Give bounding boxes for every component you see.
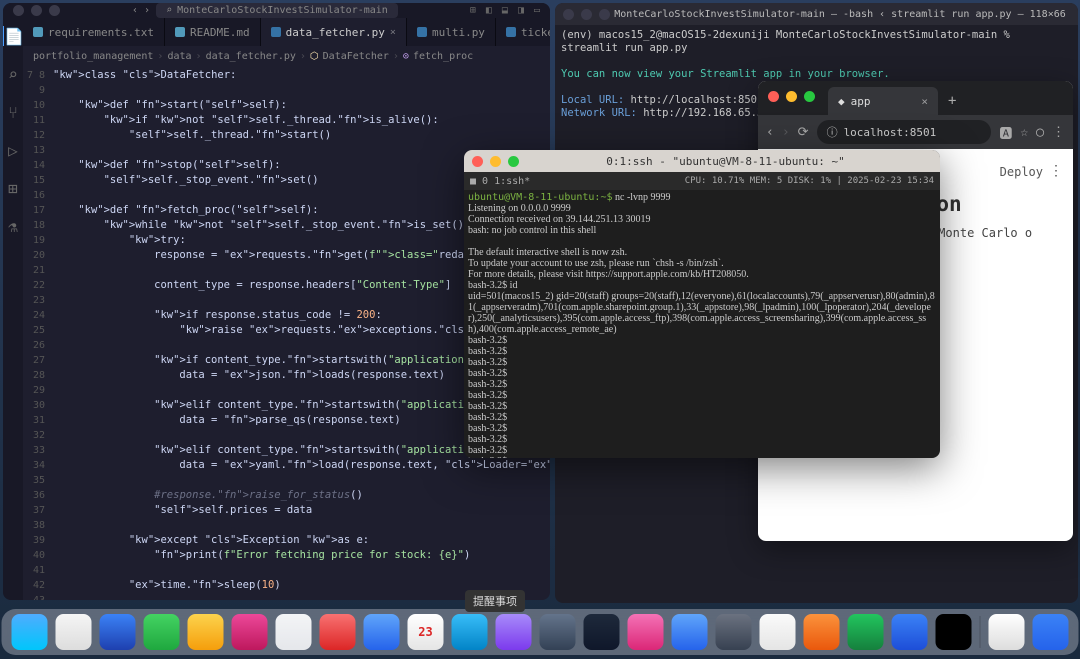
layout-icon[interactable]: ⊞ (470, 5, 476, 16)
terminal-title: MonteCarloStockInvestSimulator-main — -b… (610, 9, 1070, 20)
title-actions: ⊞ ◧ ⬓ ◨ ▭ (470, 5, 540, 16)
panel-left-icon[interactable]: ◧ (486, 5, 492, 16)
layout-icon[interactable]: ▭ (534, 5, 540, 16)
explorer-icon[interactable]: 📄 (3, 26, 22, 46)
tmux-status-right: CPU: 10.71% MEM: 5 DISK: 1% | 2025-02-23… (685, 176, 934, 186)
extensions-icon[interactable]: ⊞ (3, 178, 23, 198)
new-tab-button[interactable]: + (938, 87, 966, 115)
close-icon[interactable]: × (390, 27, 396, 38)
tab-readme[interactable]: README.md (165, 18, 261, 46)
maximize-icon[interactable] (599, 9, 610, 20)
dock-trash[interactable] (1033, 614, 1069, 650)
dock-music[interactable] (628, 614, 664, 650)
minimize-icon[interactable] (31, 5, 42, 16)
terminal-titlebar[interactable]: MonteCarloStockInvestSimulator-main — -b… (555, 3, 1078, 25)
search-icon[interactable]: ⌕ (3, 64, 23, 84)
url-text: localhost:8501 (844, 126, 937, 139)
minimize-icon[interactable] (786, 91, 797, 102)
dock-photos[interactable] (232, 614, 268, 650)
dock-calendar[interactable]: 23 (408, 614, 444, 650)
dock: 23 (2, 609, 1079, 655)
tab-requirements[interactable]: requirements.txt (23, 18, 165, 46)
dock-safari[interactable] (100, 614, 136, 650)
tab-multi[interactable]: multi.py (407, 18, 496, 46)
testing-icon[interactable]: ⚗ (3, 216, 23, 236)
panel-bottom-icon[interactable]: ⬓ (502, 5, 508, 16)
window-title: MonteCarloStockInvestSimulator-main (177, 5, 388, 16)
app-menu-icon[interactable]: ⋮ (1049, 163, 1063, 179)
panel-right-icon[interactable]: ◨ (518, 5, 524, 16)
dock-launchpad[interactable] (56, 614, 92, 650)
dock-tv[interactable] (584, 614, 620, 650)
dock-freeform[interactable] (496, 614, 532, 650)
close-icon[interactable] (13, 5, 24, 16)
dock-maps[interactable] (364, 614, 400, 650)
source-control-icon[interactable]: ⑂ (3, 102, 23, 122)
browser-tab[interactable]: ◆ app × (828, 87, 938, 115)
dock-vscode-insiders[interactable] (989, 614, 1025, 650)
breadcrumb[interactable]: portfolio_management› data› data_fetcher… (23, 46, 550, 66)
reload-icon[interactable]: ⟳ (798, 125, 809, 140)
ssh-title: 0:1:ssh - "ubuntu@VM-8-11-ubuntu: ~" (519, 155, 932, 168)
tab-ticker[interactable]: ticker.py (496, 18, 550, 46)
bookmark-icon[interactable]: ☆ (1020, 125, 1028, 140)
tab-title: app (851, 95, 871, 108)
dock-cleanmymac[interactable] (760, 614, 796, 650)
tmux-status: ■ 0 1:ssh* CPU: 10.71% MEM: 5 DISK: 1% |… (464, 172, 940, 190)
dock-finder[interactable] (12, 614, 48, 650)
ssh-terminal-window[interactable]: 0:1:ssh - "ubuntu@VM-8-11-ubuntu: ~" ■ 0… (464, 150, 940, 458)
browser-toolbar: ‹ › ⟳ ⓘ localhost:8501 🅰 ☆ ◯ ⋮ (758, 115, 1073, 149)
line-numbers: 7 8 9 10 11 12 13 14 15 16 17 18 19 20 2… (23, 66, 53, 600)
traffic-lights[interactable] (13, 5, 60, 16)
minimize-icon[interactable] (490, 156, 501, 167)
maximize-icon[interactable] (508, 156, 519, 167)
dock-reminders[interactable] (320, 614, 356, 650)
account-icon[interactable]: ◯ (1036, 125, 1044, 140)
maximize-icon[interactable] (804, 91, 815, 102)
dock-tooltip: 提醒事项 (465, 590, 525, 612)
command-center[interactable]: ⌕ MonteCarloStockInvestSimulator-main (156, 3, 398, 18)
minimize-icon[interactable] (581, 9, 592, 20)
search-icon: ⌕ (166, 5, 172, 16)
menu-icon[interactable]: ⋮ (1052, 125, 1065, 140)
translate-icon[interactable]: 🅰 (999, 123, 1012, 142)
close-icon[interactable]: × (921, 95, 928, 108)
dock-sketch[interactable] (804, 614, 840, 650)
dock-vscode[interactable] (848, 614, 884, 650)
site-info-icon[interactable]: ⓘ (827, 124, 838, 140)
ssh-titlebar[interactable]: 0:1:ssh - "ubuntu@VM-8-11-ubuntu: ~" (464, 150, 940, 172)
close-icon[interactable] (563, 9, 574, 20)
close-icon[interactable] (472, 156, 483, 167)
dock-chrome[interactable] (936, 614, 972, 650)
arrow-right-icon[interactable]: › (144, 5, 150, 16)
activity-bar: 📄 ⌕ ⑂ ▷ ⊞ ⚗ ◯ ⚙ (3, 18, 23, 600)
dock-mail[interactable] (188, 614, 224, 650)
back-icon[interactable]: ‹ (766, 125, 774, 140)
close-icon[interactable] (768, 91, 779, 102)
vscode-titlebar[interactable]: ‹ › ⌕ MonteCarloStockInvestSimulator-mai… (3, 3, 550, 18)
forward-icon[interactable]: › (782, 125, 790, 140)
dock-terminal[interactable] (892, 614, 928, 650)
dock-appstore[interactable] (672, 614, 708, 650)
editor-tabs: requirements.txt README.md data_fetcher.… (23, 18, 550, 46)
dock-podcasts[interactable] (540, 614, 576, 650)
maximize-icon[interactable] (49, 5, 60, 16)
dock-facetime[interactable] (452, 614, 488, 650)
tab-favicon: ◆ (838, 95, 845, 108)
address-bar[interactable]: ⓘ localhost:8501 (817, 120, 992, 144)
tab-data-fetcher[interactable]: data_fetcher.py× (261, 18, 407, 46)
deploy-button[interactable]: Deploy (1000, 165, 1043, 179)
dock-messages[interactable] (144, 614, 180, 650)
arrow-left-icon[interactable]: ‹ (132, 5, 138, 16)
dock-contacts[interactable] (276, 614, 312, 650)
dock-settings[interactable] (716, 614, 752, 650)
ssh-output[interactable]: ubuntu@VM-8-11-ubuntu:~$ nc -lvnp 9999Li… (464, 190, 940, 458)
debug-icon[interactable]: ▷ (3, 140, 23, 160)
chrome-tabstrip[interactable]: ◆ app × + (758, 81, 1073, 115)
tmux-windows[interactable]: ■ 0 1:ssh* (470, 176, 530, 187)
